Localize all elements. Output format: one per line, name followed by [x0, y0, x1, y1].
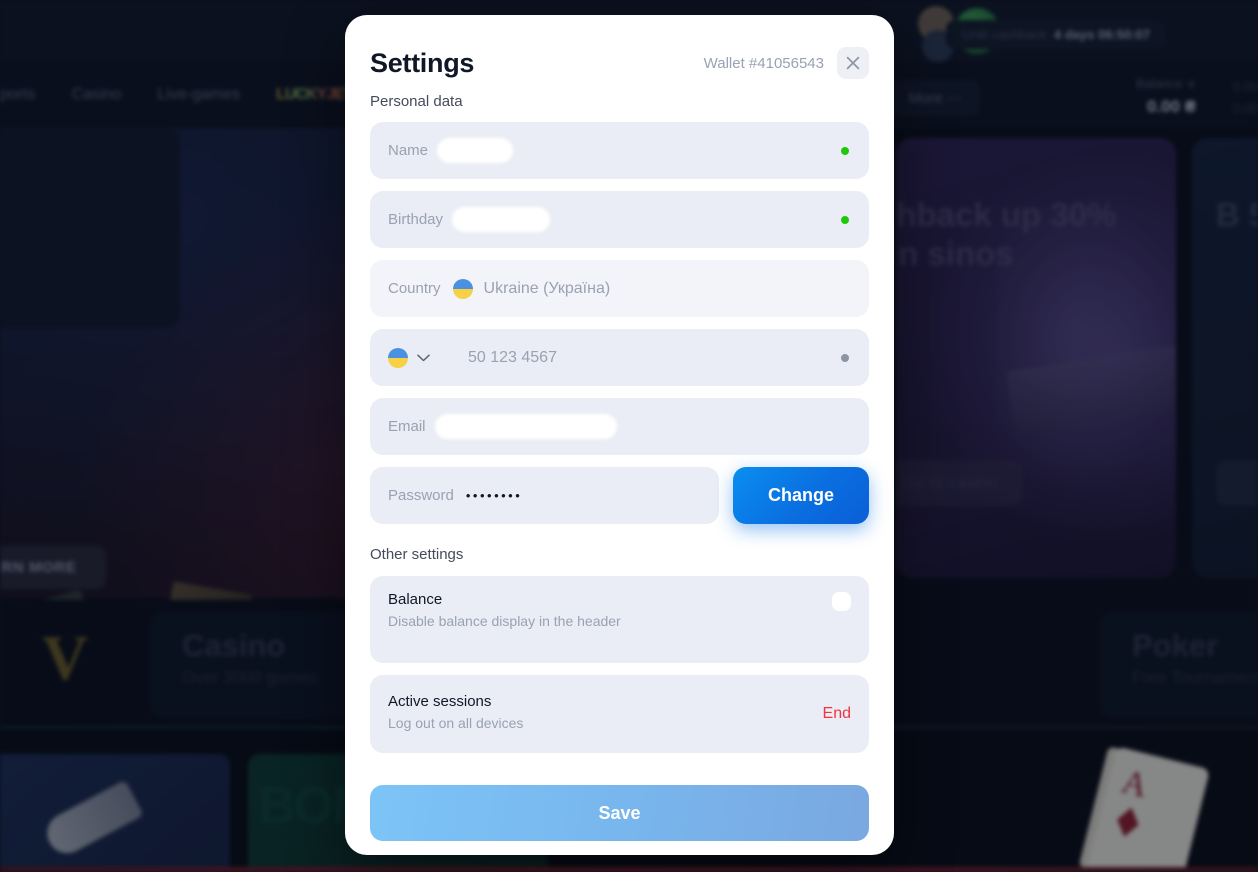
birthday-field-redacted-value [455, 210, 548, 229]
setting-row-balance: Balance Disable balance display in the h… [370, 576, 869, 663]
setting-balance-subtitle: Disable balance display in the header [388, 613, 621, 629]
settings-modal: Settings Wallet #41056543 Personal data … [345, 15, 894, 855]
password-field-label: Password [388, 487, 454, 504]
close-icon [846, 56, 860, 70]
ua-flag-icon [452, 278, 473, 299]
name-field-label: Name [388, 142, 429, 159]
phone-status-dot [841, 353, 849, 362]
close-button[interactable] [837, 47, 869, 79]
password-row: Password •••••••• Change [370, 467, 869, 524]
birthday-status-dot [841, 215, 849, 224]
password-masked-value: •••••••• [465, 488, 523, 503]
country-code-dropdown[interactable] [417, 354, 430, 362]
phone-field[interactable]: 50 123 4567 [370, 329, 869, 386]
password-field[interactable]: Password •••••••• [370, 467, 719, 524]
birthday-field[interactable]: Birthday [370, 191, 869, 248]
country-field-value: Ukraine (Україна) [483, 279, 611, 297]
name-status-dot [841, 146, 849, 155]
birthday-field-label: Birthday [388, 211, 444, 228]
chevron-down-icon [417, 354, 430, 361]
setting-sessions-subtitle: Log out on all devices [388, 715, 524, 731]
ua-flag-icon [388, 347, 408, 368]
modal-header: Settings Wallet #41056543 [370, 41, 869, 85]
name-field-redacted-value [440, 141, 511, 160]
phone-input[interactable]: 50 123 4567 [468, 349, 557, 367]
setting-balance-title: Balance [388, 591, 443, 608]
email-field[interactable]: Email [370, 398, 869, 455]
country-field-label: Country [388, 280, 441, 297]
other-settings-label: Other settings [370, 546, 464, 563]
wallet-id: Wallet #41056543 [703, 54, 824, 72]
personal-data-label: Personal data [370, 93, 463, 110]
setting-row-active-sessions: Active sessions Log out on all devices E… [370, 675, 869, 753]
email-field-label: Email [388, 418, 426, 435]
email-field-redacted-value [437, 417, 614, 436]
name-field[interactable]: Name [370, 122, 869, 179]
setting-sessions-title: Active sessions [388, 693, 492, 710]
modal-header-right: Wallet #41056543 [704, 47, 869, 79]
country-field[interactable]: Country Ukraine (Україна) [370, 260, 869, 317]
change-password-button[interactable]: Change [733, 467, 869, 524]
end-sessions-link[interactable]: End [823, 705, 851, 723]
save-button[interactable]: Save [370, 785, 869, 841]
page-title: Settings [370, 47, 475, 78]
balance-display-toggle[interactable] [832, 592, 851, 611]
